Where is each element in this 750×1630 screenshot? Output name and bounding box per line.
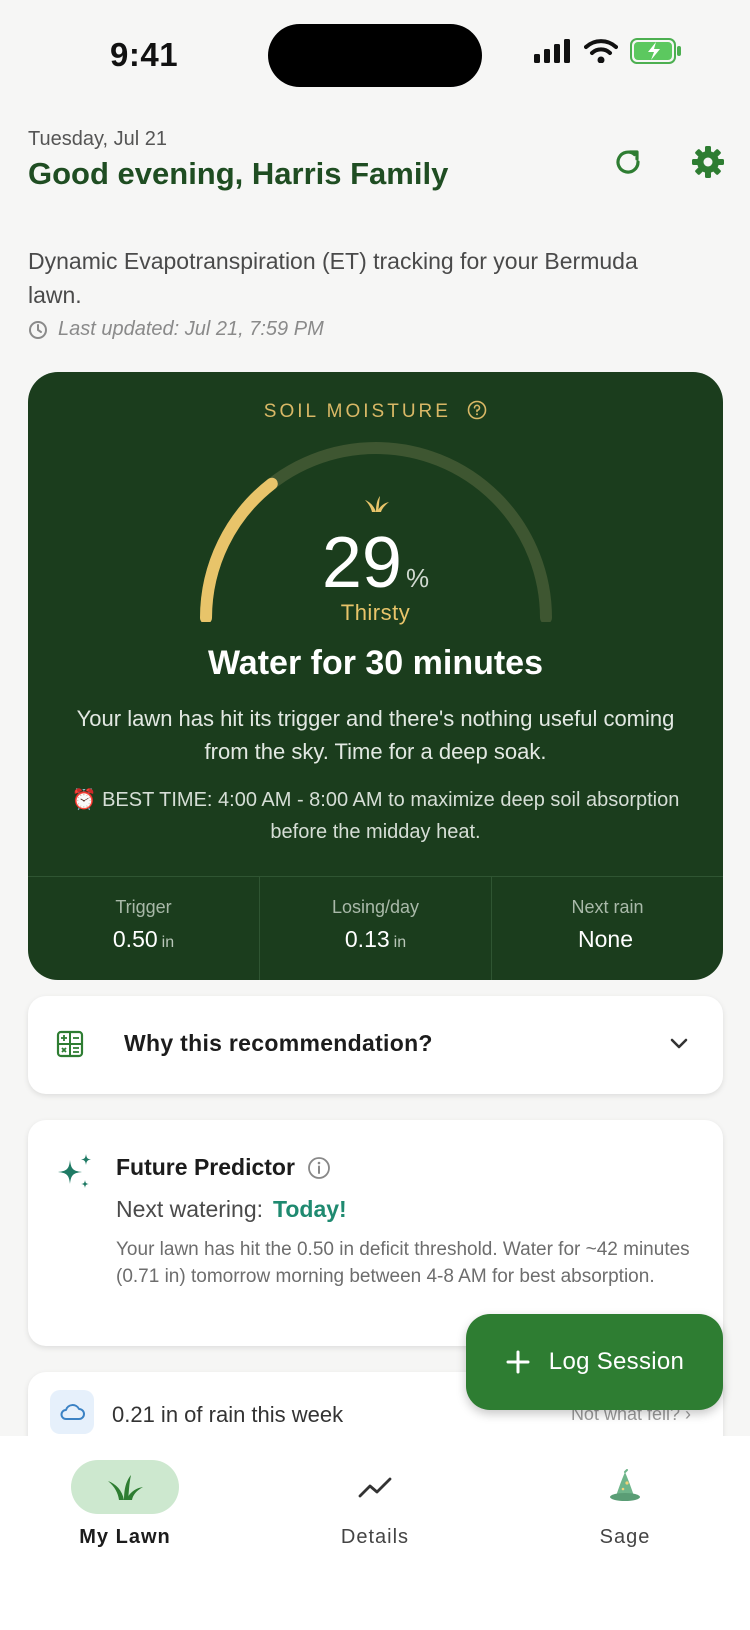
stat-trigger: Trigger 0.50 in [28,877,260,980]
status-bar: 9:41 [0,0,750,100]
future-predictor-card: Future Predictor Next watering: Today! Yo… [28,1120,723,1346]
soil-moisture-label-text: SOIL MOISTURE [263,401,451,422]
signal-icon [534,39,570,63]
rain-icon-box [50,1390,94,1434]
help-icon[interactable] [467,400,487,420]
moisture-percent-value: 29 [321,523,402,603]
moisture-percent-unit: % [405,563,430,593]
refresh-icon [616,150,640,174]
moisture-percent: 29% [28,522,723,604]
nav-pill [571,1460,679,1514]
calculator-icon [56,1030,84,1058]
nav-pill [321,1460,429,1514]
stat-value: None [492,926,723,953]
stat-label: Trigger [115,897,172,917]
nav-pill-active [71,1460,179,1514]
grass-icon [108,1475,143,1500]
last-updated-text: Last updated: Jul 21, 7:59 PM [58,318,324,340]
nav-label: My Lawn [79,1526,171,1548]
refresh-button[interactable] [606,140,650,184]
settings-button[interactable] [686,140,730,184]
best-time-note: ⏰ BEST TIME: 4:00 AM - 8:00 AM to maximi… [71,789,680,843]
stat-unit: in [393,934,407,951]
nav-label: Sage [599,1526,651,1548]
last-updated: Last updated: Jul 21, 7:59 PM [28,318,324,341]
moisture-state: Thirsty [340,600,411,625]
info-icon[interactable] [307,1156,331,1180]
soil-moisture-card: SOIL MOISTURE 29% Thirsty Water for 30 m… [28,372,723,980]
predictor-title: Future Predictor [116,1154,331,1181]
dynamic-island [268,24,482,87]
stat-unit: in [161,934,175,951]
status-time: 9:41 [110,36,179,73]
moisture-stats: Trigger 0.50 in Losing/day 0.13 in Next ra… [28,876,723,980]
next-watering-value: Today! [273,1196,347,1222]
grass-sprout-icon [365,496,389,512]
nav-item-sage[interactable]: Sage [525,1460,725,1549]
stat-label: Losing/day [331,897,420,917]
log-session-label: Log Session [548,1348,685,1375]
plus-icon [506,1350,530,1374]
trend-icon [358,1477,392,1498]
stat-value: 0.13 in [260,926,491,953]
next-watering: Next watering: Today! [116,1196,347,1223]
watering-headline: Water for 30 minutes [207,644,544,682]
predictor-body: Your lawn has hit the 0.50 in deficit th… [116,1239,690,1287]
nav-item-my-lawn[interactable]: My Lawn [25,1460,225,1549]
log-session-button[interactable]: Log Session [466,1314,723,1410]
stat-number: None [578,926,633,952]
status-icons [534,38,682,64]
predictor-title-text: Future Predictor [116,1154,295,1180]
stat-value: 0.50 in [28,926,259,953]
why-recommendation-title: Why this recommendation? [124,1030,433,1056]
wizard-hat-icon [610,1469,640,1501]
nav-label: Details [340,1526,410,1548]
chevron-down-icon [670,1038,688,1049]
stat-losing-per-day: Losing/day 0.13 in [260,877,492,980]
why-recommendation-card[interactable]: Why this recommendation? [28,996,723,1094]
battery-charging-icon [630,38,681,64]
lawn-subtitle: Dynamic Evapotranspiration (ET) tracking… [28,248,638,308]
history-icon [29,320,47,339]
stat-next-rain: Next rain None [492,877,723,980]
greeting-title: Good evening, Harris Family [28,156,449,191]
rain-summary-text: 0.21 in of rain this week [112,1402,344,1427]
cloud-icon [60,1404,85,1420]
stat-label: Next rain [571,897,644,917]
stat-number: 0.50 [112,926,158,952]
soil-moisture-label: SOIL MOISTURE [28,400,723,423]
watering-description: Your lawn has hit its trigger and there'… [76,706,675,764]
next-watering-label: Next watering: [116,1196,264,1222]
nav-item-details[interactable]: Details [275,1460,475,1549]
stat-number: 0.13 [344,926,390,952]
wifi-icon [584,39,618,63]
header-date: Tuesday, Jul 21 [28,128,167,150]
bottom-nav: My Lawn Details Sage [0,1436,750,1630]
gear-icon [692,146,724,178]
sparkle-icon [58,1154,91,1188]
